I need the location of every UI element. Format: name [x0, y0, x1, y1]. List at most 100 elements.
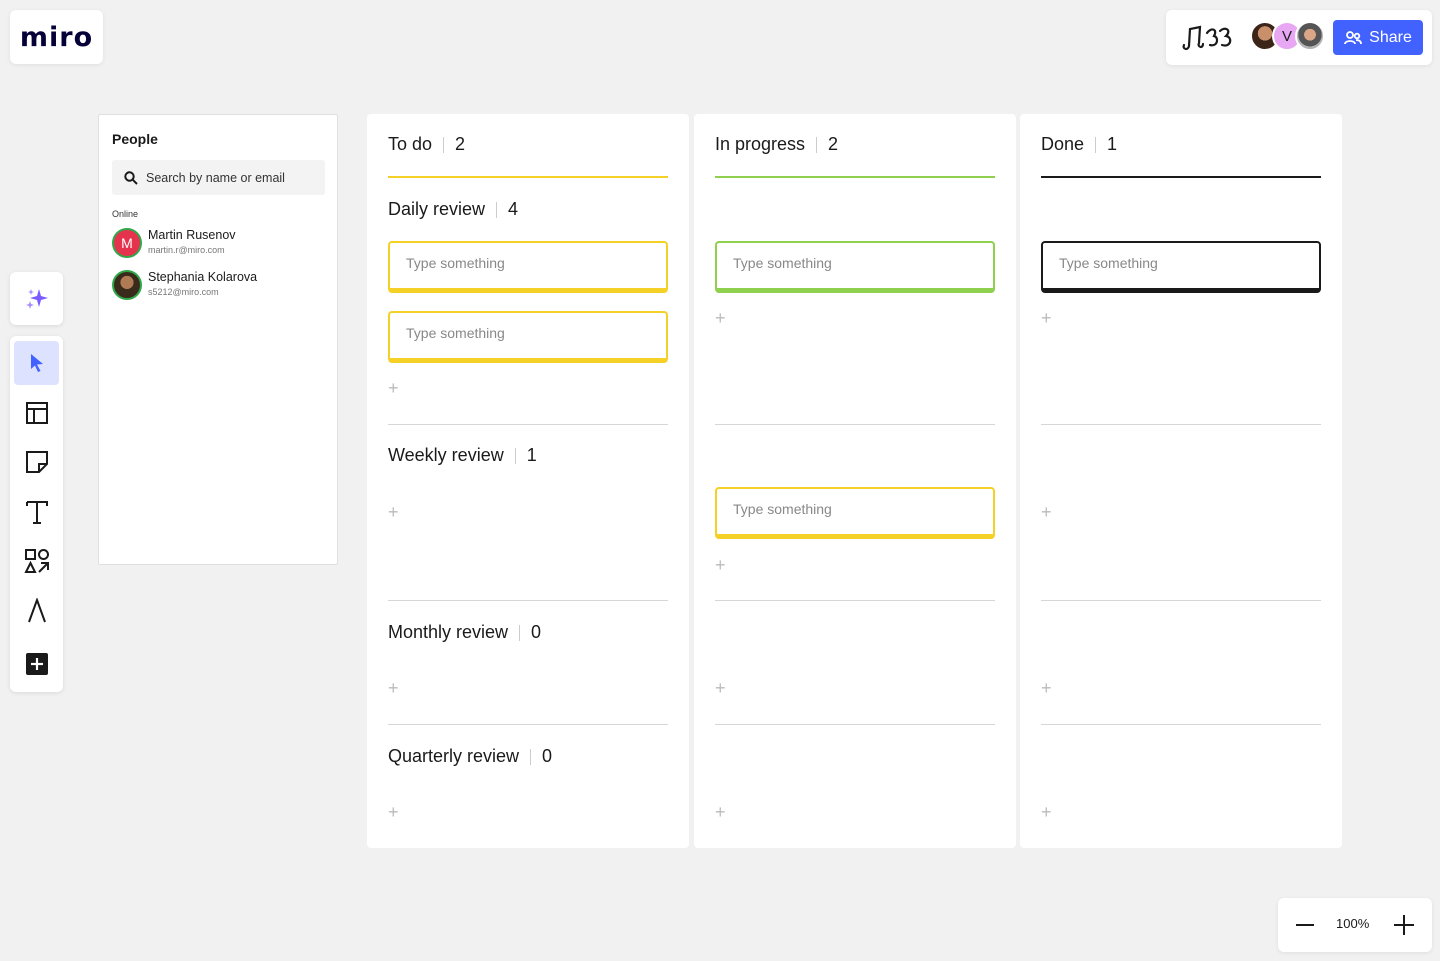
task-card[interactable]: Type something [388, 241, 668, 293]
column-header: To do 2 [388, 134, 465, 155]
zoom-controls: 100% [1278, 898, 1432, 952]
add-card-button[interactable]: + [388, 378, 399, 399]
people-search-input[interactable]: Search by name or email [112, 160, 325, 195]
templates-tool[interactable] [14, 391, 59, 435]
miro-logo[interactable]: miro [10, 10, 103, 64]
column-header: Done 1 [1041, 134, 1117, 155]
add-card-button[interactable]: + [1041, 678, 1052, 699]
search-icon [124, 170, 138, 185]
zoom-level[interactable]: 100% [1336, 916, 1369, 931]
add-card-button[interactable]: + [1041, 802, 1052, 823]
card-placeholder: Type something [406, 255, 505, 271]
avatar-initial: M [121, 235, 133, 251]
column-title: Done [1041, 134, 1085, 154]
ai-assistant-button[interactable] [10, 272, 63, 325]
add-card-button[interactable]: + [715, 308, 726, 329]
separator [514, 447, 516, 464]
select-tool[interactable] [14, 341, 59, 385]
sticky-note-icon [25, 451, 48, 473]
minus-icon [1296, 924, 1314, 926]
column-color-line [715, 176, 995, 178]
separator [443, 136, 445, 153]
row-divider [388, 724, 668, 725]
zoom-out-button[interactable] [1292, 910, 1318, 940]
row-header: Weekly review 1 [388, 445, 537, 466]
row-title: Weekly review [388, 445, 504, 465]
people-panel: People Search by name or email Online M … [98, 114, 338, 565]
person-email: martin.r@miro.com [148, 245, 225, 255]
kanban-column-todo: To do 2 Daily review 4 Type something Type… [367, 114, 689, 848]
plus-icon [1394, 915, 1414, 935]
row-divider [715, 600, 995, 601]
pen-tool[interactable] [14, 589, 59, 633]
reactions-icon[interactable] [1180, 23, 1234, 53]
card-placeholder: Type something [406, 325, 505, 341]
add-card-button[interactable]: + [388, 678, 399, 699]
separator [496, 201, 498, 218]
column-title: To do [388, 134, 433, 154]
avatar: M [112, 228, 142, 258]
add-card-button[interactable]: + [715, 555, 726, 576]
person-name: Martin Rusenov [148, 228, 236, 242]
share-button[interactable]: Share [1333, 20, 1423, 55]
add-card-button[interactable]: + [1041, 502, 1052, 523]
card-placeholder: Type something [733, 255, 832, 271]
person-item[interactable]: M Martin Rusenov martin.r@miro.com [112, 228, 327, 260]
row-title: Quarterly review [388, 746, 520, 766]
task-card[interactable]: Type something [388, 311, 668, 363]
pen-icon [27, 598, 46, 623]
separator [530, 748, 532, 765]
row-divider [1041, 724, 1321, 725]
row-header: Quarterly review 0 [388, 746, 552, 767]
add-card-button[interactable]: + [715, 678, 726, 699]
row-divider [715, 724, 995, 725]
row-count: 1 [526, 445, 537, 465]
collaborator-avatars[interactable]: V [1250, 21, 1332, 53]
users-icon [1344, 30, 1363, 44]
person-item[interactable]: Stephania Kolarova s5212@miro.com [112, 270, 327, 302]
add-card-button[interactable]: + [715, 802, 726, 823]
row-title: Daily review [388, 199, 486, 219]
row-divider [1041, 424, 1321, 425]
task-card[interactable]: Type something [715, 487, 995, 539]
column-color-line [388, 176, 668, 178]
column-header: In progress 2 [715, 134, 838, 155]
row-divider [1041, 600, 1321, 601]
task-card[interactable]: Type something [1041, 241, 1321, 293]
row-divider [715, 424, 995, 425]
shapes-tool[interactable] [14, 539, 59, 583]
column-count: 2 [455, 134, 466, 154]
online-label: Online [112, 209, 139, 219]
left-toolbar [10, 336, 63, 692]
row-header: Monthly review 0 [388, 622, 541, 643]
row-count: 0 [531, 622, 542, 642]
sticky-note-tool[interactable] [14, 440, 59, 484]
card-placeholder: Type something [733, 501, 832, 517]
column-color-line [1041, 176, 1321, 178]
sparkle-icon [25, 288, 48, 309]
avatar [112, 270, 142, 300]
add-more-tool[interactable] [14, 642, 59, 686]
zoom-in-button[interactable] [1390, 910, 1418, 940]
add-card-button[interactable]: + [388, 502, 399, 523]
row-divider [388, 600, 668, 601]
add-card-button[interactable]: + [388, 802, 399, 823]
text-icon [25, 501, 48, 524]
row-title: Monthly review [388, 622, 509, 642]
card-placeholder: Type something [1059, 255, 1158, 271]
kanban-column-in-progress: In progress 2 Type something + Type somet… [694, 114, 1016, 848]
add-card-button[interactable]: + [1041, 308, 1052, 329]
person-name: Stephania Kolarova [148, 270, 258, 284]
avatar[interactable] [1295, 21, 1325, 51]
people-title: People [112, 131, 158, 147]
text-tool[interactable] [14, 490, 59, 534]
column-title: In progress [715, 134, 806, 154]
kanban-column-done: Done 1 Type something + + + + [1020, 114, 1342, 848]
row-count: 4 [508, 199, 519, 219]
shapes-icon [23, 549, 49, 573]
separator [1095, 136, 1097, 153]
task-card[interactable]: Type something [715, 241, 995, 293]
row-header: Daily review 4 [388, 199, 518, 220]
templates-icon [25, 402, 48, 424]
row-count: 0 [542, 746, 553, 766]
